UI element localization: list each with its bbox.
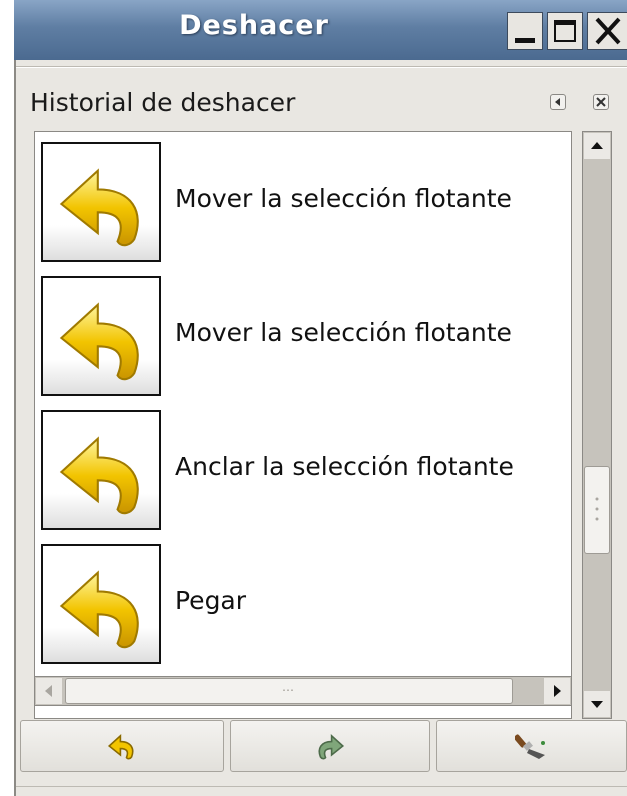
maximize-button[interactable] bbox=[547, 12, 583, 50]
action-buttons bbox=[16, 720, 627, 776]
list-item[interactable]: Anclar la selección flotante bbox=[35, 410, 571, 544]
dock-menu-button[interactable] bbox=[550, 94, 566, 110]
minimize-icon bbox=[515, 38, 535, 43]
undo-button[interactable] bbox=[20, 720, 224, 772]
horizontal-scroll-thumb[interactable]: ⋯ bbox=[65, 678, 513, 704]
redo-button[interactable] bbox=[230, 720, 430, 772]
close-icon bbox=[596, 97, 606, 107]
arrow-left-icon bbox=[45, 685, 52, 697]
undo-arrow-icon bbox=[41, 544, 161, 664]
scroll-left-button[interactable] bbox=[36, 678, 62, 704]
undo-icon bbox=[107, 733, 134, 760]
scroll-right-button[interactable] bbox=[544, 678, 570, 704]
divider bbox=[16, 786, 627, 787]
scroll-up-button[interactable] bbox=[584, 133, 610, 159]
arrow-up-icon bbox=[591, 142, 603, 149]
undo-arrow-icon bbox=[41, 142, 161, 262]
vertical-scrollbar[interactable] bbox=[582, 131, 612, 719]
clear-history-button[interactable] bbox=[436, 720, 627, 772]
list-item[interactable]: Mover la selección flotante bbox=[35, 142, 571, 276]
divider bbox=[16, 66, 627, 68]
history-item-label: Anclar la selección flotante bbox=[175, 452, 514, 481]
list-item[interactable]: Mover la selección flotante bbox=[35, 276, 571, 410]
close-button[interactable] bbox=[587, 12, 627, 50]
vertical-scroll-thumb[interactable] bbox=[584, 466, 610, 554]
list-item[interactable]: Pegar bbox=[35, 544, 571, 678]
menu-triangle-icon bbox=[555, 98, 560, 106]
grip-icon bbox=[595, 497, 599, 521]
history-item-label: Mover la selección flotante bbox=[175, 318, 512, 347]
minimize-button[interactable] bbox=[507, 12, 543, 50]
undo-history-list[interactable]: Mover la selección flotante Mover la sel… bbox=[34, 131, 572, 719]
undo-arrow-icon bbox=[41, 276, 161, 396]
history-item-label: Mover la selección flotante bbox=[175, 184, 512, 213]
clear-history-icon bbox=[514, 734, 545, 759]
dock-title: Historial de deshacer bbox=[30, 88, 296, 117]
window-titlebar[interactable]: Deshacer bbox=[14, 0, 627, 60]
undo-arrow-icon bbox=[41, 410, 161, 530]
undo-history-dialog: Historial de deshacer Mover la selección… bbox=[14, 60, 627, 796]
scroll-down-button[interactable] bbox=[584, 691, 610, 717]
close-icon bbox=[595, 17, 621, 45]
horizontal-scrollbar[interactable]: ⋯ bbox=[34, 676, 572, 706]
maximize-icon bbox=[554, 20, 576, 42]
window-title: Deshacer bbox=[179, 10, 329, 41]
arrow-down-icon bbox=[591, 701, 603, 708]
arrow-right-icon bbox=[554, 685, 561, 697]
redo-icon bbox=[318, 733, 345, 760]
history-item-label: Pegar bbox=[175, 586, 247, 615]
dock-close-button[interactable] bbox=[593, 94, 609, 110]
